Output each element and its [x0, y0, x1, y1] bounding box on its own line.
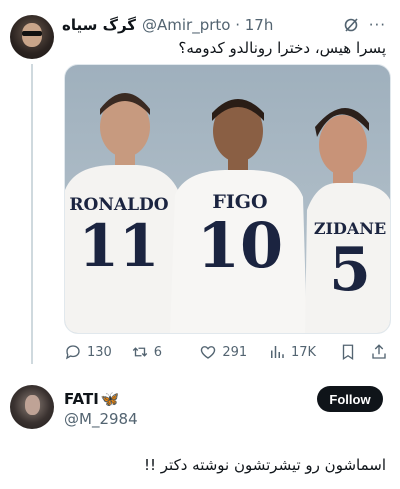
tweet-header: گرگ سیاه @Amir_prto · 17h ···: [62, 14, 386, 36]
shirt-middle: FIGO 10: [185, 191, 295, 279]
retweet-icon: [132, 347, 147, 357]
butterfly-icon: 🦋: [100, 390, 120, 408]
header-icons: ···: [343, 16, 386, 34]
views-icon: [271, 346, 284, 358]
avatar-face: [25, 395, 40, 415]
like-count: 291: [222, 344, 248, 360]
shirt-number: 10: [196, 209, 284, 282]
bookmark-button[interactable]: [339, 343, 370, 361]
tweet-image[interactable]: RONALDO 11 FIGO 10 ZIDANE 5: [64, 64, 391, 334]
reply-handle[interactable]: @M_2984: [64, 410, 138, 428]
display-name[interactable]: گرگ سیاه: [62, 16, 136, 34]
reply-button[interactable]: 130: [64, 343, 131, 361]
thread-line: [31, 64, 33, 364]
avatar[interactable]: [10, 15, 54, 59]
retweet-count: 6: [153, 344, 162, 360]
share-button[interactable]: [370, 343, 388, 361]
avatar-glasses: [22, 31, 42, 36]
handle-and-time[interactable]: @Amir_prto · 17h: [142, 16, 273, 34]
reply-name-text: FATI: [64, 390, 99, 408]
tweet-actions: 130 6 291 17K: [64, 342, 388, 362]
tweet-text: پسرا هیس، دخترا رونالدو کدومه؟: [178, 39, 386, 57]
retweet-button[interactable]: 6: [131, 343, 200, 361]
shirt-right: ZIDANE 5: [308, 219, 390, 305]
reply-icon: [65, 345, 80, 360]
heart-icon: [201, 346, 216, 359]
share-icon: [372, 344, 386, 359]
reply-avatar[interactable]: [10, 385, 54, 429]
follow-button[interactable]: Follow: [317, 386, 383, 412]
views-count: 17K: [291, 344, 317, 360]
shirt-left: RONALDO 11: [69, 195, 169, 277]
bookmark-icon: [342, 344, 353, 361]
reply-count: 130: [87, 344, 112, 360]
views-button[interactable]: 17K: [268, 343, 339, 361]
grok-icon[interactable]: [343, 17, 359, 33]
shirt-number: 5: [329, 235, 371, 305]
like-button[interactable]: 291: [199, 343, 268, 361]
shirt-number: 11: [78, 212, 160, 280]
more-icon[interactable]: ···: [369, 16, 386, 34]
reply-display-name[interactable]: FATI 🦋: [64, 390, 119, 408]
reply-text: اسماشون رو تیشرتشون نوشته دکتر !!: [143, 456, 386, 474]
